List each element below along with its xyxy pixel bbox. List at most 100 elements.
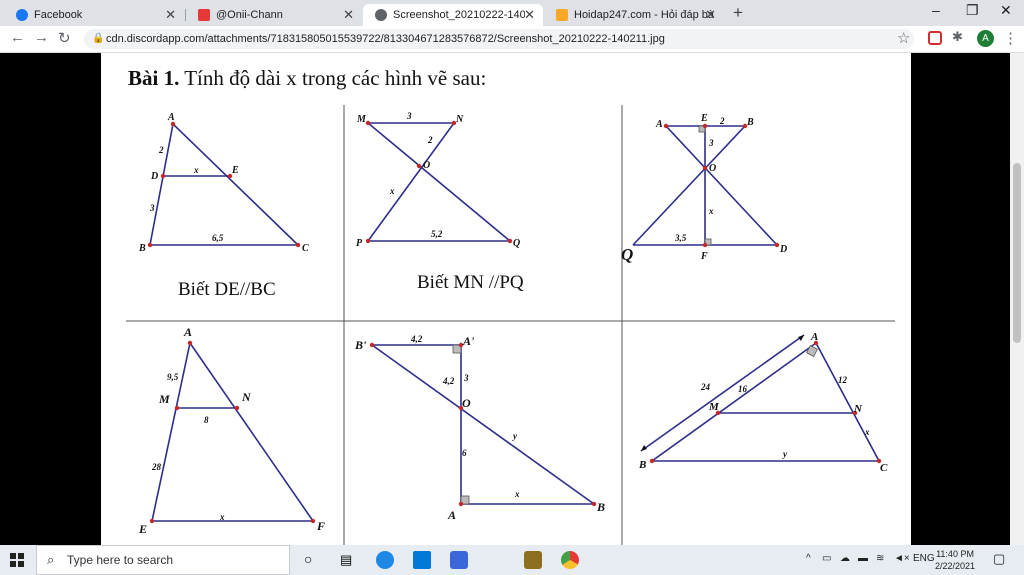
chrome-icon[interactable]	[561, 551, 579, 569]
fig5-len-ob: y	[512, 431, 518, 441]
fig5-label-a-prime: A'	[462, 334, 475, 348]
fig1-len-de: x	[193, 165, 199, 175]
menu-icon[interactable]: ⋮	[1003, 29, 1018, 47]
fig6-label-n: N	[853, 403, 863, 415]
fig2-len-mn: 3	[406, 111, 412, 121]
tray-chevron-icon[interactable]: ^	[806, 553, 811, 564]
fig4-label-e: E	[138, 522, 147, 536]
tab-onii-chann[interactable]: @Onii-Chann ✕	[186, 4, 362, 26]
tab-label: Hoidap247.com - Hỏi đáp bài tập	[574, 9, 714, 21]
fig3-label-f: F	[700, 251, 708, 262]
fig6-label-c: C	[880, 462, 888, 474]
fig6-len-bc: y	[782, 449, 788, 459]
cloud-icon[interactable]: ☁	[840, 553, 850, 564]
fig3-label-o: O	[709, 163, 716, 174]
fig5-len-ba: 4,2	[410, 334, 423, 344]
facebook-icon	[16, 9, 28, 21]
fig6-label-m: M	[708, 401, 720, 413]
wifi-icon[interactable]: ≋	[876, 553, 884, 564]
windows-start-icon[interactable]	[10, 553, 24, 567]
fig6-label-b: B	[638, 459, 646, 471]
fig5-len-oa: 6	[462, 448, 467, 458]
back-icon[interactable]: ←	[10, 29, 25, 46]
fig2-label-o: O	[423, 160, 430, 171]
fig2-label-n: N	[455, 114, 464, 125]
forward-icon[interactable]: →	[34, 29, 49, 46]
fig4-len-mn: 8	[204, 415, 209, 425]
app-icon[interactable]	[450, 551, 468, 569]
tab-strip: Facebook ✕ @Onii-Chann ✕ Screenshot_2021…	[0, 0, 1024, 26]
fig2-len-pq: 5,2	[431, 229, 443, 239]
restore-icon[interactable]: ❐	[966, 2, 979, 19]
bookmark-star-icon[interactable]: ☆	[897, 29, 910, 47]
fig1-len-ad: 2	[158, 145, 164, 155]
fig1-label-a: A	[167, 112, 175, 123]
tab-hoidap247[interactable]: Hoidap247.com - Hỏi đáp bài tập ✕	[544, 4, 724, 26]
address-bar[interactable]: 🔒 cdn.discordapp.com/attachments/7183158…	[84, 29, 914, 49]
fig5-len-ao: 3	[463, 373, 469, 383]
close-icon[interactable]: ✕	[165, 7, 176, 23]
taskbar-search-input[interactable]: ⌕ Type here to search	[36, 545, 290, 575]
battery-icon[interactable]: ▬	[858, 553, 868, 564]
app-icon	[198, 9, 210, 21]
taskbar: ⌕ Type here to search ○ ▤ ^ ▭ ☁ ▬ ≋ ◄× E…	[0, 545, 1024, 575]
avatar[interactable]: A	[977, 30, 994, 47]
fig1-label-b: B	[138, 243, 146, 254]
new-tab-icon[interactable]: +	[733, 3, 743, 23]
task-view-icon[interactable]: ▤	[340, 552, 358, 570]
fig6-len-an: 12	[838, 375, 848, 385]
worksheet-image: Bài 1. Tính độ dài x trong các hình vẽ s…	[101, 53, 911, 545]
hoidap-icon	[556, 9, 568, 21]
fig5-label-a: A	[447, 508, 456, 522]
fig4-len-ef: x	[219, 512, 225, 522]
fig4-label-a: A	[183, 325, 192, 339]
volume-icon[interactable]: ◄×	[894, 553, 910, 564]
tab-label: @Onii-Chann	[216, 9, 283, 21]
close-icon[interactable]: ✕	[524, 7, 535, 23]
network-icon[interactable]: ▭	[822, 553, 831, 564]
fig4-label-m: M	[158, 392, 170, 406]
puzzle-icon[interactable]: ✱	[952, 29, 966, 44]
fig5-label-b: B	[596, 500, 605, 514]
fig4-label-n: N	[241, 390, 252, 404]
fig3-len-eo: 3	[708, 138, 714, 148]
fig3-len-of: x	[708, 206, 714, 216]
fig6-len-total: 24	[700, 382, 711, 392]
fig5-len-bo: 4,2	[442, 376, 455, 386]
clock[interactable]: 11:40 PM 2/22/2021	[935, 548, 975, 572]
close-icon[interactable]: ✕	[343, 7, 354, 23]
fig1-label-e: E	[231, 165, 239, 176]
fig3-label-e: E	[700, 113, 708, 124]
fig3-label-q: Q	[621, 245, 633, 264]
fig4-len-me: 28	[151, 462, 162, 472]
fig6-label-a: A	[810, 331, 818, 343]
cortana-icon[interactable]: ○	[304, 551, 322, 569]
language-indicator[interactable]: ENG	[913, 553, 935, 564]
edge-icon[interactable]	[376, 551, 394, 569]
notification-icon[interactable]: ▢	[993, 551, 1005, 567]
tab-label: Screenshot_20210222-140211.jp	[393, 9, 525, 21]
close-icon[interactable]: ✕	[705, 7, 716, 23]
fig6-len-nc: x	[864, 427, 870, 437]
tab-screenshot[interactable]: Screenshot_20210222-140211.jp ✕	[363, 4, 543, 26]
scrollbar-thumb[interactable]	[1013, 163, 1021, 343]
geometry-figures: A B C D E 2 3 x 6,5 M N O P Q 3 2 x 5,2 …	[126, 105, 895, 545]
globe-icon	[375, 9, 387, 21]
fig5-len-ab: x	[514, 489, 520, 499]
extension-icon[interactable]	[928, 31, 942, 45]
scrollbar[interactable]	[1010, 53, 1024, 545]
reload-icon[interactable]: ↻	[58, 29, 71, 47]
window-close-icon[interactable]: ✕	[1000, 2, 1012, 19]
fig2-label-q: Q	[513, 238, 520, 249]
tab-facebook[interactable]: Facebook ✕	[4, 4, 184, 26]
fig1-label-d: D	[150, 171, 158, 182]
mail-icon[interactable]	[413, 551, 431, 569]
minimize-icon[interactable]: –	[932, 2, 940, 18]
fig6-len-am: 16	[738, 384, 748, 394]
fig1-label-c: C	[302, 243, 309, 254]
app-icon[interactable]	[524, 551, 542, 569]
fig3-len-qf: 3,5	[674, 233, 687, 243]
fig2-label-m: M	[356, 114, 367, 125]
toolbar: ← → ↻ 🔒 cdn.discordapp.com/attachments/7…	[0, 26, 1024, 53]
fig3-label-b: B	[746, 117, 754, 128]
